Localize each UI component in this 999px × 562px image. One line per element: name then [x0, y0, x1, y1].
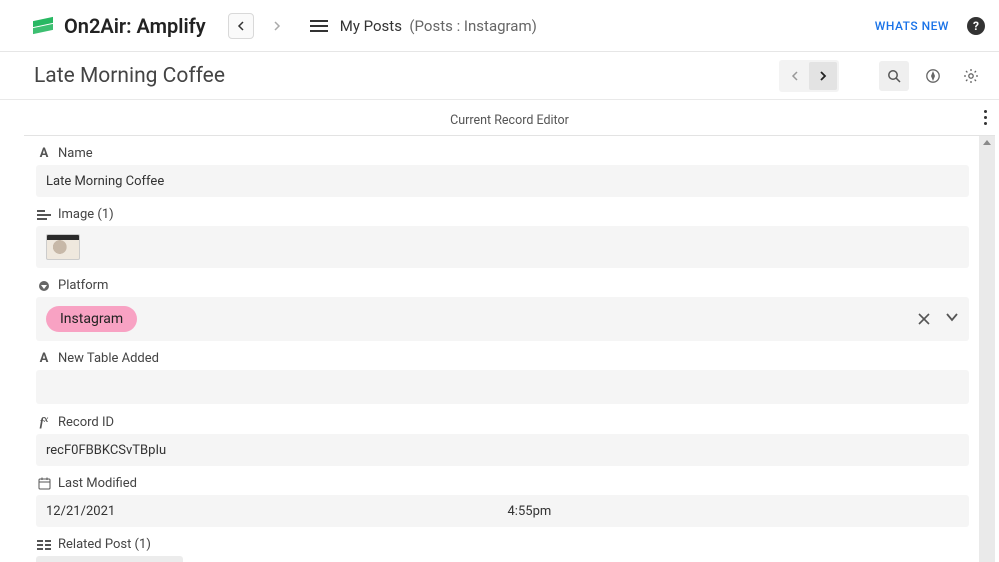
editor-wrap: A Name Late Morning Coffee Image (1): [24, 136, 995, 562]
field-related-post: Related Post (1) Cappuccino Day: [36, 537, 969, 562]
editor-header-title: Current Record Editor: [450, 113, 569, 128]
field-related-post-label: Related Post (1): [58, 537, 151, 552]
editor-body: A Name Late Morning Coffee Image (1): [24, 136, 979, 562]
history-nav: [228, 13, 290, 39]
close-icon: [917, 312, 931, 326]
editor-menu-button[interactable]: [984, 110, 987, 125]
scroll-up-icon: [983, 140, 991, 145]
chevron-left-icon: [237, 21, 245, 31]
field-label-last-modified: Last Modified: [36, 476, 969, 491]
last-modified-display: 12/21/2021 4:55pm: [36, 495, 969, 527]
record-id-value: recF0FBBKCSvTBpIu: [46, 443, 166, 458]
record-tools: [779, 60, 985, 92]
field-last-modified-label: Last Modified: [58, 476, 137, 491]
name-input[interactable]: Late Morning Coffee: [36, 165, 969, 197]
help-icon[interactable]: ?: [967, 17, 985, 35]
record-id-display: recF0FBBKCSvTBpIu: [36, 434, 969, 466]
image-input[interactable]: [36, 226, 969, 268]
logo-block: On2Air: Amplify: [32, 14, 206, 38]
datetime-field-icon: [36, 477, 52, 490]
scrollbar[interactable]: [979, 136, 995, 562]
text-field-icon: A: [36, 146, 52, 161]
platform-select[interactable]: Instagram: [36, 297, 969, 341]
chevron-left-icon: [791, 71, 799, 81]
clear-select-button[interactable]: [917, 312, 931, 326]
search-button[interactable]: [879, 61, 909, 91]
field-name: A Name Late Morning Coffee: [36, 146, 969, 197]
app-title: On2Air: Amplify: [64, 14, 206, 38]
text-field-icon: A: [36, 351, 52, 366]
chevron-right-icon: [819, 71, 827, 81]
field-label-image: Image (1): [36, 207, 969, 222]
breadcrumb[interactable]: My Posts (Posts : Instagram): [340, 17, 537, 35]
compass-icon: [925, 68, 941, 84]
breadcrumb-main: My Posts: [340, 17, 402, 35]
select-field-icon: [36, 280, 52, 292]
new-table-input[interactable]: [36, 370, 969, 404]
formula-field-icon: fx: [36, 414, 52, 430]
gear-icon: [963, 68, 979, 84]
field-image: Image (1): [36, 207, 969, 268]
field-platform-label: Platform: [58, 278, 108, 293]
related-post-pill[interactable]: Cappuccino Day: [36, 556, 183, 562]
nav-back-button[interactable]: [228, 13, 254, 39]
field-new-table: A New Table Added: [36, 351, 969, 404]
target-button[interactable]: [919, 62, 947, 90]
field-label-new-table: A New Table Added: [36, 351, 969, 366]
settings-button[interactable]: [957, 62, 985, 90]
record-pager: [779, 60, 839, 92]
field-new-table-label: New Table Added: [58, 351, 159, 366]
platform-tag[interactable]: Instagram: [46, 306, 137, 332]
editor-header: Current Record Editor: [24, 106, 995, 136]
field-label-related-post: Related Post (1): [36, 537, 969, 552]
last-modified-time: 4:55pm: [508, 504, 970, 519]
chevron-right-icon: [273, 21, 281, 31]
linked-field-icon: [36, 539, 52, 551]
chevron-down-icon: [945, 312, 959, 322]
field-label-record-id: fx Record ID: [36, 414, 969, 430]
page-title: Late Morning Coffee: [34, 64, 225, 88]
field-label-name: A Name: [36, 146, 969, 161]
image-thumbnail[interactable]: [46, 234, 80, 260]
open-select-button[interactable]: [945, 312, 959, 326]
pager-next-button[interactable]: [809, 62, 837, 90]
last-modified-date: 12/21/2021: [36, 504, 508, 519]
field-image-label: Image (1): [58, 207, 114, 222]
menu-button[interactable]: [310, 20, 328, 32]
app-header: On2Air: Amplify My Posts (Posts : Instag…: [0, 0, 999, 52]
whats-new-link[interactable]: WHATS NEW: [875, 19, 949, 33]
app-logo-icon: [32, 17, 54, 35]
field-last-modified: Last Modified 12/21/2021 4:55pm: [36, 476, 969, 527]
field-name-label: Name: [58, 146, 93, 161]
attachment-field-icon: [36, 209, 52, 221]
breadcrumb-context: (Posts : Instagram): [409, 17, 536, 35]
field-label-platform: Platform: [36, 278, 969, 293]
search-icon: [887, 69, 901, 83]
field-platform: Platform Instagram: [36, 278, 969, 341]
pager-prev-button[interactable]: [781, 62, 809, 90]
nav-forward-button[interactable]: [264, 13, 290, 39]
name-value: Late Morning Coffee: [46, 174, 164, 189]
field-record-id: fx Record ID recF0FBBKCSvTBpIu: [36, 414, 969, 466]
field-record-id-label: Record ID: [58, 415, 114, 430]
record-title-bar: Late Morning Coffee: [0, 52, 999, 100]
